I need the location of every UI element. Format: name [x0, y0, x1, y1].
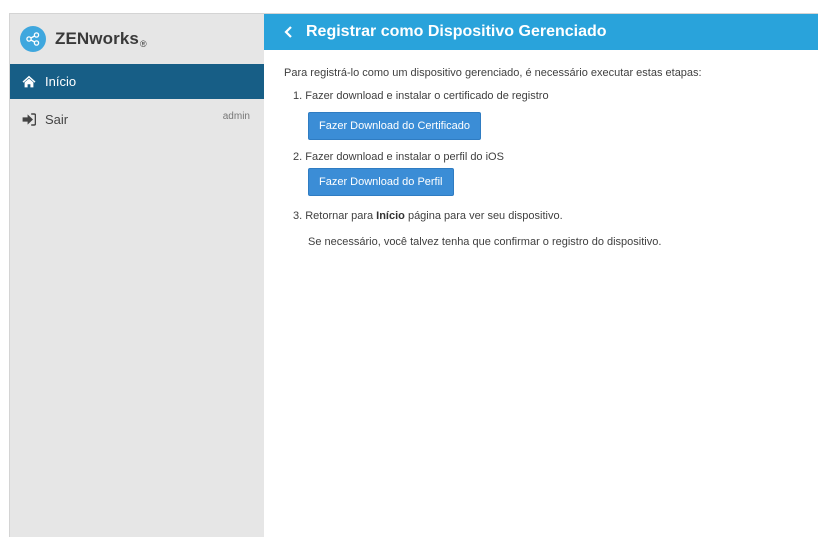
- step-2-text: 2. Fazer download e instalar o perfil do…: [293, 151, 504, 163]
- sidebar-item-label: Início: [45, 74, 77, 89]
- confirm-note: Se necessário, você talvez tenha que con…: [308, 236, 662, 248]
- sign-out-icon: [21, 113, 37, 127]
- sidebar-item-inicio[interactable]: Início: [10, 64, 264, 99]
- chevron-left-icon[interactable]: [284, 25, 296, 39]
- registered-mark: ®: [139, 39, 147, 49]
- download-profile-button[interactable]: Fazer Download do Perfil: [308, 168, 454, 196]
- step-3: 3. Retornar para Início página para ver …: [284, 209, 818, 248]
- step-3-text: 3. Retornar para Início página para ver …: [293, 210, 563, 222]
- brand-name: ZENworks®: [55, 29, 147, 49]
- step-1-text: 1. Fazer download e instalar o certifica…: [293, 90, 549, 102]
- page-title: Registrar como Dispositivo Gerenciado: [306, 23, 607, 40]
- page-header: Registrar como Dispositivo Gerenciado: [264, 14, 818, 50]
- step-2: 2. Fazer download e instalar o perfil do…: [284, 150, 818, 196]
- intro-text: Para registrá-lo como um dispositivo ger…: [284, 67, 702, 79]
- brand: ZENworks®: [10, 14, 264, 64]
- step-1: 1. Fazer download e instalar o certifica…: [284, 89, 818, 140]
- instructions: Para registrá-lo como um dispositivo ger…: [264, 50, 818, 248]
- share-nodes-icon: [20, 26, 46, 52]
- sidebar: ZENworks® Início Sair admin: [10, 14, 264, 537]
- home-reference: Início: [376, 210, 405, 222]
- main-panel: Registrar como Dispositivo Gerenciado Pa…: [264, 14, 818, 537]
- home-icon: [21, 75, 37, 89]
- username: admin: [222, 111, 250, 122]
- sidebar-item-sair[interactable]: Sair admin: [10, 102, 264, 137]
- sidebar-item-label: Sair: [45, 112, 69, 127]
- download-certificate-button[interactable]: Fazer Download do Certificado: [308, 112, 482, 140]
